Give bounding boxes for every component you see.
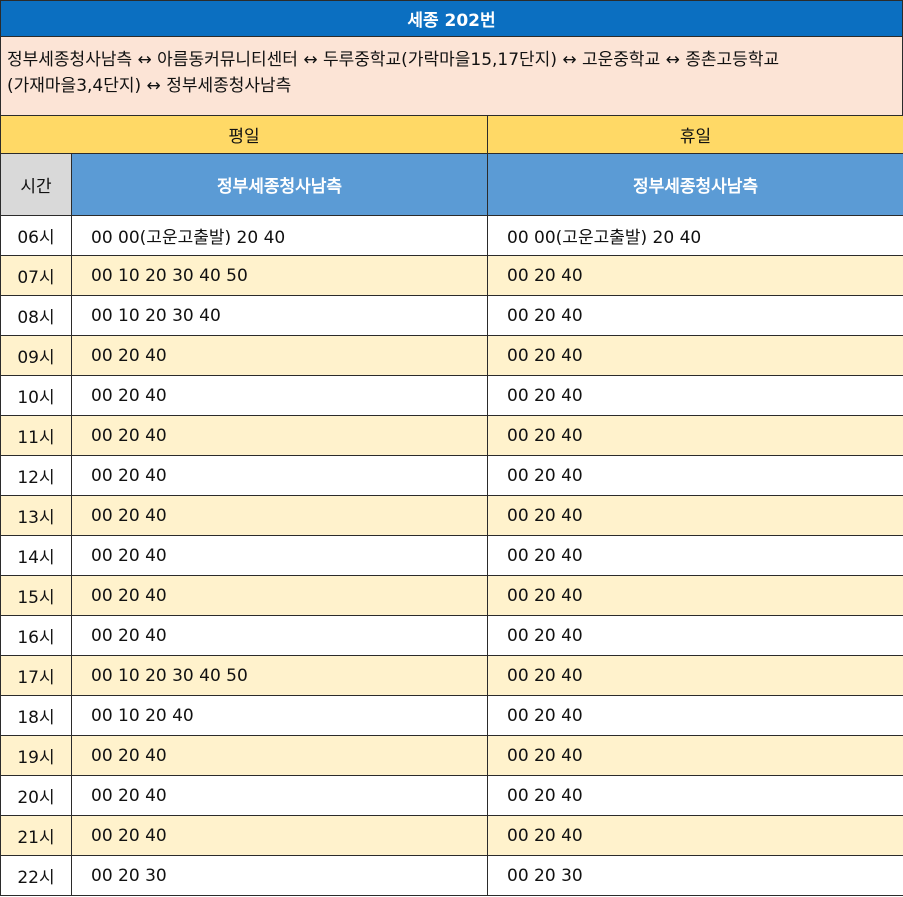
hour-cell: 10시 [0, 375, 72, 416]
hour-cell: 14시 [0, 535, 72, 576]
timetable-page: 세종 202번 정부세종청사남측 ↔ 아름동커뮤니티센터 ↔ 두루중학교(가락마… [0, 0, 903, 897]
table-row: 09시 00 20 40 00 20 40 [0, 335, 903, 376]
weekday-times-cell: 00 10 20 30 40 50 [71, 255, 488, 296]
hour-cell: 12시 [0, 455, 72, 496]
table-row: 13시 00 20 40 00 20 40 [0, 495, 903, 536]
table-row: 10시 00 20 40 00 20 40 [0, 375, 903, 416]
table-row: 12시 00 20 40 00 20 40 [0, 455, 903, 496]
holiday-times-cell: 00 20 40 [487, 455, 903, 496]
holiday-destination-header: 정부세종청사남측 [487, 153, 903, 216]
table-row: 15시 00 20 40 00 20 40 [0, 575, 903, 616]
weekday-times-cell: 00 20 40 [71, 775, 488, 816]
hour-cell: 11시 [0, 415, 72, 456]
hour-cell: 13시 [0, 495, 72, 536]
table-row: 22시 00 20 30 00 20 30 [0, 855, 903, 896]
hour-cell: 22시 [0, 855, 72, 896]
table-row: 20시 00 20 40 00 20 40 [0, 775, 903, 816]
holiday-times-cell: 00 20 40 [487, 575, 903, 616]
destination-header-row: 시간 정부세종청사남측 정부세종청사남측 [0, 153, 903, 216]
table-row: 06시 00 00(고운고출발) 20 40 00 00(고운고출발) 20 40 [0, 215, 903, 256]
hour-cell: 19시 [0, 735, 72, 776]
route-description: 정부세종청사남측 ↔ 아름동커뮤니티센터 ↔ 두루중학교(가락마을15,17단지… [0, 37, 903, 115]
weekday-times-cell: 00 20 40 [71, 455, 488, 496]
hour-cell: 18시 [0, 695, 72, 736]
table-row: 21시 00 20 40 00 20 40 [0, 815, 903, 856]
holiday-times-cell: 00 20 30 [487, 855, 903, 896]
table-row: 11시 00 20 40 00 20 40 [0, 415, 903, 456]
holiday-times-cell: 00 20 40 [487, 775, 903, 816]
weekday-header: 평일 [0, 115, 488, 154]
holiday-times-cell: 00 20 40 [487, 815, 903, 856]
holiday-times-cell: 00 20 40 [487, 495, 903, 536]
holiday-times-cell: 00 20 40 [487, 335, 903, 376]
hour-cell: 15시 [0, 575, 72, 616]
holiday-times-cell: 00 20 40 [487, 375, 903, 416]
weekday-times-cell: 00 20 40 [71, 615, 488, 656]
weekday-times-cell: 00 20 40 [71, 815, 488, 856]
timetable: 평일 휴일 시간 정부세종청사남측 정부세종청사남측 06시 00 00(고운고출… [0, 115, 903, 896]
weekday-times-cell: 00 10 20 40 [71, 695, 488, 736]
hour-cell: 21시 [0, 815, 72, 856]
table-row: 14시 00 20 40 00 20 40 [0, 535, 903, 576]
day-type-header-row: 평일 휴일 [0, 115, 903, 154]
page-title: 세종 202번 [0, 0, 903, 37]
hour-cell: 08시 [0, 295, 72, 336]
holiday-times-cell: 00 20 40 [487, 255, 903, 296]
holiday-times-cell: 00 20 40 [487, 735, 903, 776]
table-row: 19시 00 20 40 00 20 40 [0, 735, 903, 776]
weekday-times-cell: 00 20 40 [71, 415, 488, 456]
weekday-times-cell: 00 20 40 [71, 335, 488, 376]
hour-cell: 20시 [0, 775, 72, 816]
table-row: 18시 00 10 20 40 00 20 40 [0, 695, 903, 736]
table-row: 07시 00 10 20 30 40 50 00 20 40 [0, 255, 903, 296]
weekday-times-cell: 00 20 40 [71, 495, 488, 536]
hour-cell: 16시 [0, 615, 72, 656]
holiday-header: 휴일 [487, 115, 903, 154]
weekday-times-cell: 00 20 30 [71, 855, 488, 896]
hour-cell: 09시 [0, 335, 72, 376]
weekday-times-cell: 00 00(고운고출발) 20 40 [71, 215, 488, 256]
timetable-body: 06시 00 00(고운고출발) 20 40 00 00(고운고출발) 20 40 0… [0, 215, 903, 896]
holiday-times-cell: 00 00(고운고출발) 20 40 [487, 215, 903, 256]
weekday-times-cell: 00 10 20 30 40 50 [71, 655, 488, 696]
weekday-times-cell: 00 20 40 [71, 535, 488, 576]
hour-cell: 06시 [0, 215, 72, 256]
holiday-times-cell: 00 20 40 [487, 415, 903, 456]
table-row: 17시 00 10 20 30 40 50 00 20 40 [0, 655, 903, 696]
weekday-destination-header: 정부세종청사남측 [71, 153, 488, 216]
weekday-times-cell: 00 20 40 [71, 735, 488, 776]
table-row: 16시 00 20 40 00 20 40 [0, 615, 903, 656]
weekday-times-cell: 00 20 40 [71, 375, 488, 416]
hour-cell: 07시 [0, 255, 72, 296]
hour-cell: 17시 [0, 655, 72, 696]
holiday-times-cell: 00 20 40 [487, 615, 903, 656]
holiday-times-cell: 00 20 40 [487, 655, 903, 696]
holiday-times-cell: 00 20 40 [487, 695, 903, 736]
table-row: 08시 00 10 20 30 40 00 20 40 [0, 295, 903, 336]
time-column-header: 시간 [0, 153, 72, 216]
holiday-times-cell: 00 20 40 [487, 295, 903, 336]
holiday-times-cell: 00 20 40 [487, 535, 903, 576]
weekday-times-cell: 00 20 40 [71, 575, 488, 616]
weekday-times-cell: 00 10 20 30 40 [71, 295, 488, 336]
